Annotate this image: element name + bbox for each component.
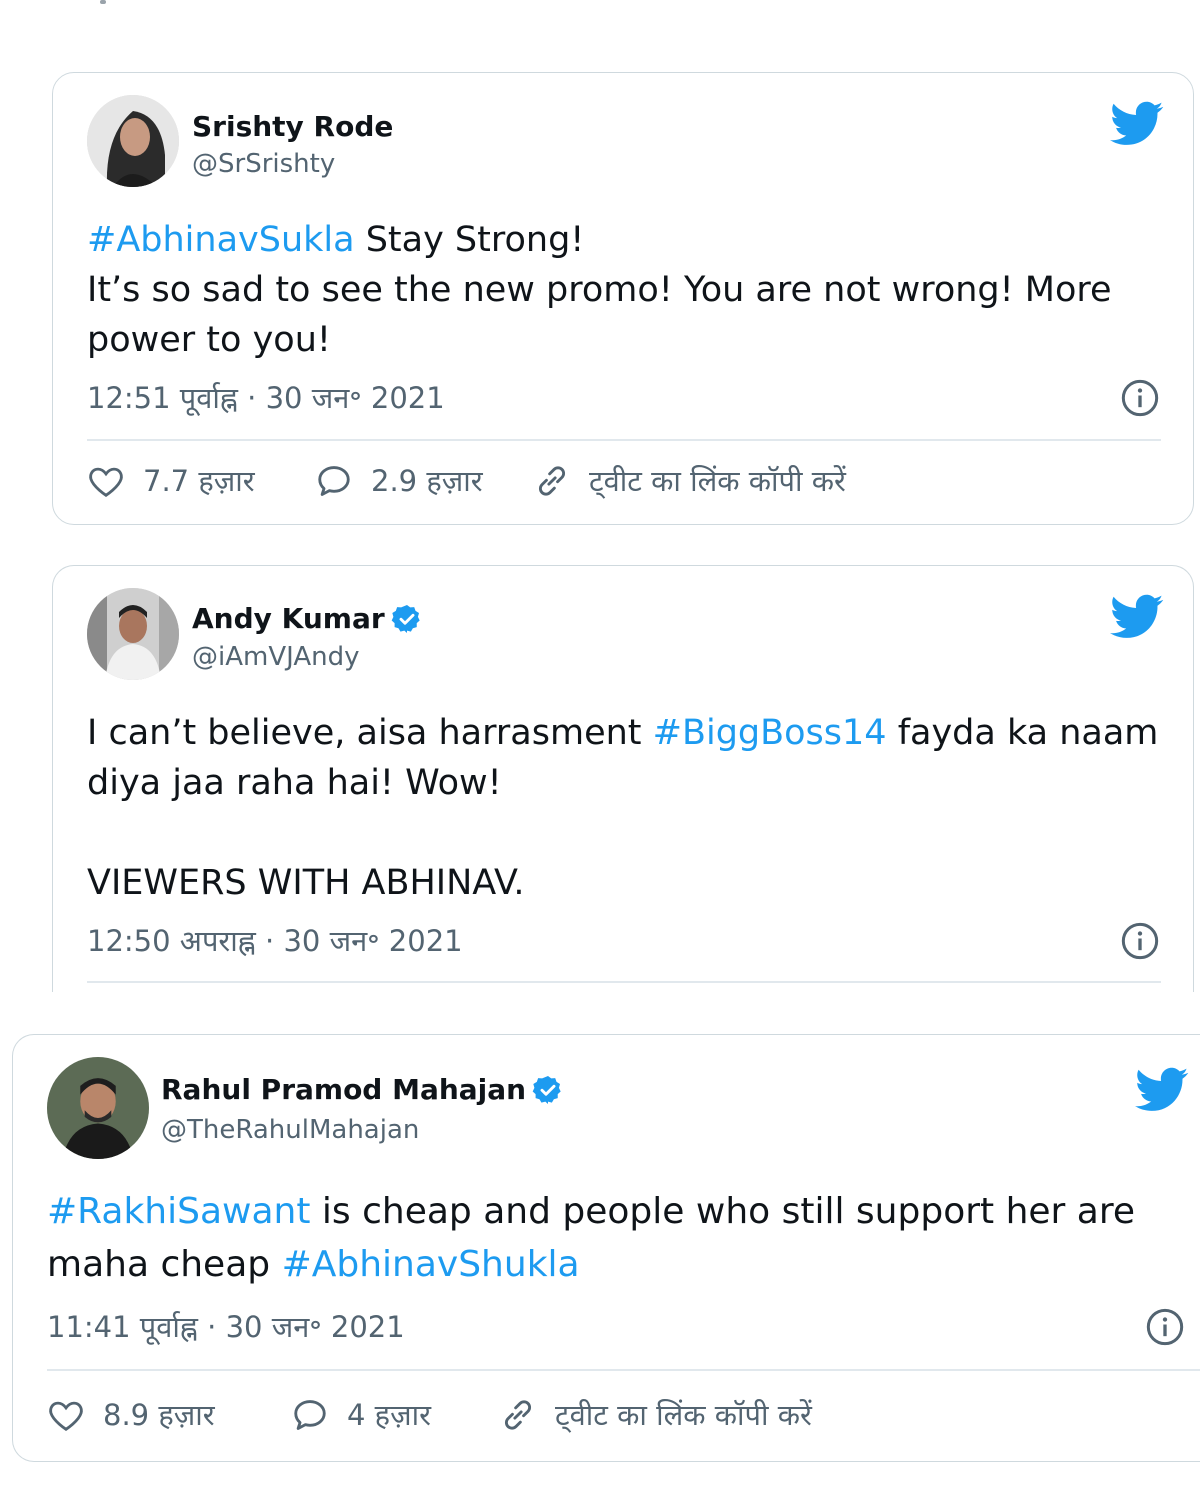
tweet-card-2: Andy Kumar @iAmVJAndy I can’t believe, a… bbox=[52, 565, 1194, 992]
avatar[interactable] bbox=[87, 588, 179, 680]
tweet-text-line: maha cheap #AbhinavShukla bbox=[47, 1238, 1135, 1291]
tweet-card-3: Rahul Pramod Mahajan @TheRahulMahajan #R… bbox=[12, 1034, 1200, 1462]
reply-button[interactable]: 4 हज़ार bbox=[291, 1395, 431, 1434]
divider bbox=[87, 439, 1161, 441]
info-icon[interactable] bbox=[1120, 921, 1160, 961]
link-icon bbox=[504, 1399, 532, 1430]
twitter-bird-icon[interactable] bbox=[1110, 594, 1164, 640]
tweet-text-line: power to you! bbox=[87, 315, 1112, 365]
hashtag-link[interactable]: #BiggBoss14 bbox=[653, 713, 887, 753]
tweet-timestamp[interactable]: 12:51 पूर्वाह्न · 30 जन॰ 2021 bbox=[87, 378, 445, 417]
verified-badge-icon bbox=[391, 604, 420, 633]
tweet-text: #AbhinavSukla Stay Strong! It’s so sad t… bbox=[87, 215, 1112, 365]
info-icon[interactable] bbox=[1145, 1307, 1185, 1347]
tweet-text-line: I can’t believe, aisa harrasment #BiggBo… bbox=[87, 708, 1158, 758]
text-segment: I can’t believe, aisa harrasment bbox=[87, 713, 653, 753]
text-segment: It’s so sad to see the new promo! You ar… bbox=[87, 270, 1112, 310]
author-handle[interactable]: @iAmVJAndy bbox=[192, 642, 360, 672]
page-top-mark bbox=[100, 0, 106, 4]
text-segment: maha cheap bbox=[47, 1244, 282, 1285]
reply-button[interactable]: 2.9 हज़ार bbox=[315, 461, 483, 500]
tweet-timestamp[interactable]: 11:41 पूर्वाह्न · 30 जन॰ 2021 bbox=[47, 1307, 405, 1346]
tweet-card-1: Srishty Rode @SrSrishty #AbhinavSukla St… bbox=[52, 72, 1194, 525]
text-segment: VIEWERS WITH ABHINAV. bbox=[87, 863, 525, 903]
heart-icon bbox=[89, 467, 123, 497]
copy-link-button[interactable]: ट्वीट का लिंक कॉपी करें bbox=[499, 1395, 812, 1434]
tweet-text-line: #RakhiSawant is cheap and people who sti… bbox=[47, 1185, 1135, 1238]
author-name[interactable]: Andy Kumar bbox=[192, 602, 423, 635]
tweet-text: I can’t believe, aisa harrasment #BiggBo… bbox=[87, 708, 1158, 908]
text-segment: diya jaa raha hai! Wow! bbox=[87, 763, 502, 803]
like-count: 7.7 हज़ार bbox=[143, 464, 255, 498]
heart-icon bbox=[49, 1401, 83, 1431]
tweet-text-line: It’s so sad to see the new promo! You ar… bbox=[87, 265, 1112, 315]
tweet-text-line bbox=[87, 808, 1158, 858]
avatar[interactable] bbox=[87, 95, 179, 187]
tweet-text-line: #AbhinavSukla Stay Strong! bbox=[87, 215, 1112, 265]
like-button[interactable]: 8.9 हज़ार bbox=[47, 1395, 215, 1434]
copy-link-button[interactable]: ट्वीट का लिंक कॉपी करें bbox=[533, 461, 846, 500]
text-segment: power to you! bbox=[87, 320, 331, 360]
avatar[interactable] bbox=[47, 1057, 149, 1159]
hashtag-link[interactable]: #RakhiSawant bbox=[47, 1191, 310, 1232]
author-name-text: Andy Kumar bbox=[192, 602, 385, 635]
text-segment: Stay Strong! bbox=[354, 220, 585, 260]
like-button[interactable]: 7.7 हज़ार bbox=[87, 461, 255, 500]
verified-badge-icon bbox=[532, 1075, 561, 1104]
tweet-text: #RakhiSawant is cheap and people who sti… bbox=[47, 1185, 1135, 1291]
tweet-timestamp[interactable]: 12:50 अपराह्न · 30 जन॰ 2021 bbox=[87, 921, 463, 960]
copy-link-label: ट्वीट का लिंक कॉपी करें bbox=[589, 464, 846, 498]
author-handle[interactable]: @SrSrishty bbox=[192, 149, 335, 179]
author-name-text: Srishty Rode bbox=[192, 110, 394, 143]
author-name[interactable]: Srishty Rode bbox=[192, 110, 393, 143]
divider bbox=[87, 981, 1161, 983]
author-handle[interactable]: @TheRahulMahajan bbox=[161, 1115, 419, 1145]
hashtag-link[interactable]: #AbhinavShukla bbox=[282, 1244, 580, 1285]
reply-bubble-icon bbox=[318, 465, 350, 496]
reply-count: 4 हज़ार bbox=[347, 1398, 431, 1432]
twitter-bird-icon[interactable] bbox=[1110, 101, 1164, 147]
reply-bubble-icon bbox=[294, 1399, 326, 1430]
reply-count: 2.9 हज़ार bbox=[371, 464, 483, 498]
author-name[interactable]: Rahul Pramod Mahajan bbox=[161, 1073, 564, 1106]
twitter-bird-icon[interactable] bbox=[1135, 1067, 1189, 1113]
author-name-text: Rahul Pramod Mahajan bbox=[161, 1073, 527, 1106]
text-segment: is cheap and people who still support he… bbox=[310, 1191, 1136, 1232]
tweet-text-line: VIEWERS WITH ABHINAV. bbox=[87, 858, 1158, 908]
copy-link-label: ट्वीट का लिंक कॉपी करें bbox=[555, 1398, 812, 1432]
tweet-text-line: diya jaa raha hai! Wow! bbox=[87, 758, 1158, 808]
link-icon bbox=[538, 465, 566, 496]
divider bbox=[47, 1369, 1200, 1371]
like-count: 8.9 हज़ार bbox=[103, 1398, 215, 1432]
info-icon[interactable] bbox=[1120, 378, 1160, 418]
hashtag-link[interactable]: #AbhinavSukla bbox=[87, 220, 355, 260]
text-segment: fayda ka naam bbox=[886, 713, 1159, 753]
